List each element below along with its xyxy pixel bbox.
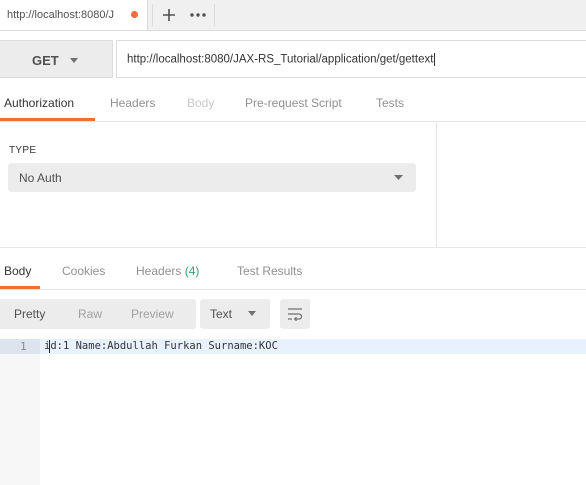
headers-count-badge: (4) bbox=[184, 264, 200, 278]
line-number: 1 bbox=[20, 340, 27, 353]
tab-separator bbox=[152, 4, 153, 26]
pretty-button[interactable]: Pretty bbox=[14, 307, 45, 321]
active-response-tab-indicator bbox=[0, 286, 40, 289]
response-tab-body[interactable]: Body bbox=[4, 264, 31, 278]
format-toggle-group: Pretty Raw Preview bbox=[0, 299, 196, 329]
tab-separator bbox=[214, 4, 215, 26]
url-text: http://localhost:8080/JAX-RS_Tutorial/ap… bbox=[127, 53, 434, 66]
response-body-text[interactable]: id:1 Name:Abdullah Furkan Surname:KOC bbox=[44, 340, 278, 352]
request-tab[interactable]: http://localhost:8080/J bbox=[0, 0, 148, 30]
more-tabs-button[interactable] bbox=[186, 4, 210, 26]
tab-pre-request-script[interactable]: Pre-request Script bbox=[245, 96, 342, 110]
chevron-down-icon bbox=[394, 175, 403, 180]
response-tab-headers-label: Headers bbox=[136, 264, 182, 278]
response-type-select[interactable]: Text bbox=[200, 299, 270, 329]
tab-headers[interactable]: Headers bbox=[110, 96, 155, 110]
chevron-down-icon bbox=[70, 58, 78, 63]
plus-icon bbox=[163, 9, 175, 21]
url-input[interactable]: http://localhost:8080/JAX-RS_Tutorial/ap… bbox=[116, 40, 586, 78]
text-cursor bbox=[49, 340, 50, 353]
method-label: GET bbox=[32, 53, 59, 68]
tab-authorization[interactable]: Authorization bbox=[4, 96, 74, 110]
line-number-gutter bbox=[0, 339, 40, 485]
response-tab-headers[interactable]: Headers (4) bbox=[136, 264, 199, 278]
wrap-lines-icon bbox=[288, 308, 303, 321]
response-type-value: Text bbox=[210, 307, 233, 321]
tab-body[interactable]: Body bbox=[187, 96, 214, 110]
ellipsis-icon bbox=[190, 13, 206, 17]
new-tab-button[interactable] bbox=[158, 4, 180, 26]
response-tab-test-results[interactable]: Test Results bbox=[237, 264, 302, 278]
method-select[interactable]: GET bbox=[0, 40, 113, 78]
response-tab-cookies[interactable]: Cookies bbox=[62, 264, 105, 278]
preview-button[interactable]: Preview bbox=[131, 307, 174, 321]
wrap-lines-button[interactable] bbox=[280, 299, 310, 329]
auth-type-value: No Auth bbox=[19, 171, 62, 185]
raw-button[interactable]: Raw bbox=[78, 307, 102, 321]
auth-type-label: TYPE bbox=[9, 145, 37, 156]
unsaved-dot-icon bbox=[131, 11, 138, 18]
request-tab-title: http://localhost:8080/J bbox=[7, 9, 115, 21]
active-tab-indicator bbox=[0, 118, 95, 121]
request-tabs: Authorization Headers Body Pre-request S… bbox=[0, 86, 586, 122]
tab-tests[interactable]: Tests bbox=[376, 96, 404, 110]
text-cursor bbox=[434, 53, 436, 66]
auth-type-select[interactable]: No Auth bbox=[8, 163, 416, 192]
section-divider bbox=[0, 247, 586, 248]
chevron-down-icon bbox=[248, 311, 256, 316]
panel-divider bbox=[436, 122, 437, 247]
response-tabs: Body Cookies Headers (4) Test Results bbox=[0, 256, 586, 290]
